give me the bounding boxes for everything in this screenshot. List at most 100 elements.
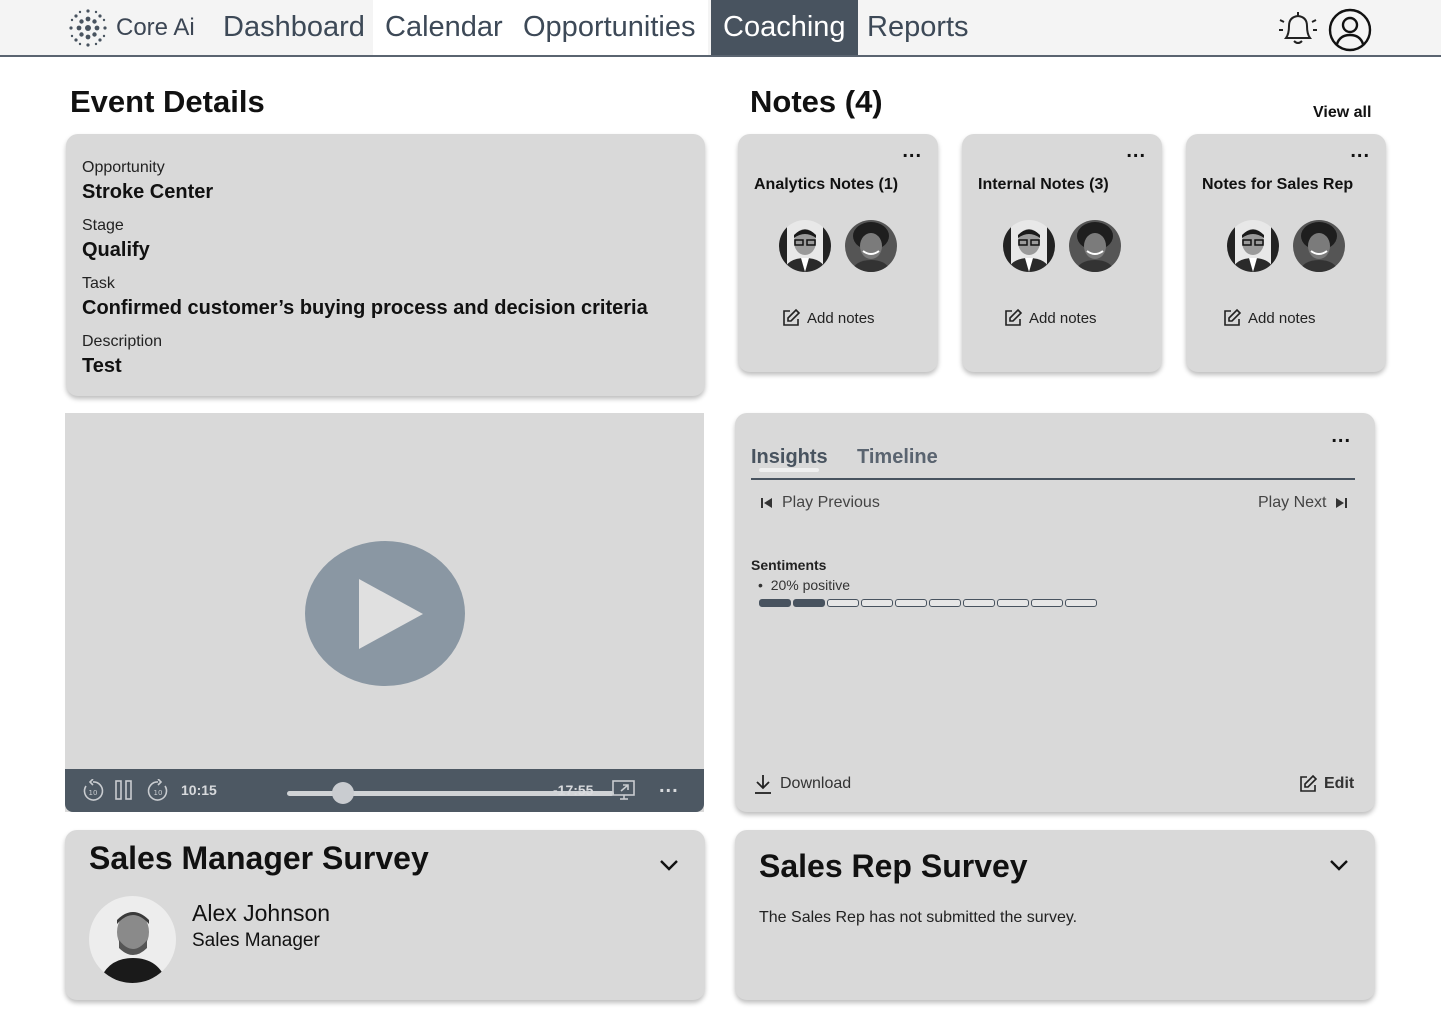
download-icon	[755, 775, 771, 794]
sales-rep-survey-title: Sales Rep Survey	[759, 848, 1028, 884]
avatar	[1227, 220, 1279, 272]
more-options-icon[interactable]: ...	[1350, 140, 1370, 163]
sales-rep-survey-card[interactable]: Sales Rep Survey The Sales Rep has not s…	[735, 830, 1375, 1000]
elapsed-time: 10:15	[181, 782, 217, 798]
sentiment-segment	[929, 599, 961, 607]
forward-10-icon[interactable]: 10	[146, 779, 170, 803]
nav-coaching[interactable]: Coaching	[711, 0, 858, 55]
event-details-heading: Event Details	[70, 84, 265, 119]
avatar	[779, 220, 831, 272]
video-controls: 10 10 10:15 -17:55 ...	[65, 769, 704, 812]
insights-card: ...	[735, 413, 1375, 812]
add-notes-button[interactable]: Add notes	[1003, 308, 1097, 328]
stage-value: Qualify	[82, 239, 150, 261]
svg-text:10: 10	[89, 789, 98, 797]
sentiment-segment	[1031, 599, 1063, 607]
rewind-10-icon[interactable]: 10	[81, 779, 105, 803]
sentiments-title: Sentiments	[751, 557, 827, 573]
play-previous-button[interactable]: Play Previous	[760, 494, 880, 512]
sentiment-segment	[895, 599, 927, 607]
brand-name: Core Ai	[116, 14, 195, 41]
description-label: Description	[82, 333, 163, 350]
active-tab-indicator	[759, 468, 819, 472]
more-options-icon[interactable]: ...	[1126, 140, 1146, 163]
sales-manager-survey-title: Sales Manager Survey	[89, 840, 429, 876]
more-options-icon[interactable]: ...	[1331, 425, 1351, 448]
sentiment-item-label: 20% positive	[770, 577, 851, 593]
screen-cast-icon[interactable]	[612, 779, 636, 801]
bell-icon[interactable]	[1276, 8, 1320, 48]
note-card-internal[interactable]: ... Internal Notes (3) Add notes	[962, 134, 1162, 372]
event-details-card: Opportunity Stroke Center Stage Qualify …	[66, 134, 705, 396]
avatar	[1069, 220, 1121, 272]
nav-reports[interactable]: Reports	[855, 0, 981, 55]
avatar	[1293, 220, 1345, 272]
chevron-down-icon[interactable]	[659, 858, 679, 872]
add-notes-button[interactable]: Add notes	[1222, 308, 1316, 328]
tab-insights[interactable]: Insights	[751, 446, 828, 469]
avatar	[89, 896, 176, 983]
top-navigation-bar: Core Ai Dashboard Calendar Opportunities…	[0, 0, 1441, 57]
edit-icon	[1300, 774, 1318, 792]
brand[interactable]: Core Ai	[68, 8, 195, 48]
note-card-title: Notes for Sales Rep	[1202, 176, 1354, 193]
remaining-time: -17:55	[553, 782, 594, 798]
core-ai-logo-icon	[69, 9, 107, 47]
skip-next-icon	[1336, 498, 1348, 508]
seek-handle[interactable]	[331, 782, 354, 804]
edit-note-icon	[783, 308, 801, 326]
note-card-sales-rep[interactable]: ... Notes for Sales Rep Add notes	[1186, 134, 1386, 372]
sentiment-item: • 20% positive	[758, 577, 851, 593]
stage-label: Stage	[82, 217, 124, 234]
edit-note-icon	[1224, 308, 1242, 326]
opportunity-label: Opportunity	[82, 159, 165, 176]
nav-calendar[interactable]: Calendar	[373, 0, 515, 55]
play-icon[interactable]	[305, 541, 465, 686]
sentiment-segment	[963, 599, 995, 607]
add-notes-label: Add notes	[1029, 309, 1097, 327]
sentiment-segment	[861, 599, 893, 607]
skip-previous-icon	[761, 498, 772, 508]
add-notes-label: Add notes	[807, 309, 875, 327]
tab-timeline[interactable]: Timeline	[857, 446, 938, 469]
sentiment-segment	[827, 599, 859, 607]
svg-text:10: 10	[154, 789, 163, 797]
more-options-icon[interactable]: ...	[659, 775, 679, 798]
survey-status-message: The Sales Rep has not submitted the surv…	[759, 909, 1078, 926]
description-value: Test	[82, 355, 122, 377]
opportunity-value: Stroke Center	[82, 181, 214, 203]
edit-button[interactable]: Edit	[1298, 774, 1354, 794]
edit-label: Edit	[1324, 775, 1355, 792]
avatar	[1003, 220, 1055, 272]
person-role: Sales Manager	[192, 930, 320, 951]
tab-divider	[751, 478, 1355, 480]
play-next-label: Play Next	[1258, 494, 1327, 511]
download-button[interactable]: Download	[754, 774, 851, 794]
add-notes-button[interactable]: Add notes	[781, 308, 875, 328]
play-previous-label: Play Previous	[782, 494, 880, 511]
pause-icon[interactable]	[114, 779, 134, 801]
chevron-down-icon[interactable]	[1329, 858, 1349, 872]
more-options-icon[interactable]: ...	[902, 140, 922, 163]
person-name: Alex Johnson	[192, 900, 331, 926]
nav-dashboard[interactable]: Dashboard	[211, 0, 377, 55]
user-icon[interactable]	[1328, 8, 1372, 52]
avatar	[845, 220, 897, 272]
nav-opportunities[interactable]: Opportunities	[511, 0, 708, 55]
sales-manager-survey-card[interactable]: Sales Manager Survey Alex Johnson Sales …	[65, 830, 705, 1000]
add-notes-label: Add notes	[1248, 309, 1316, 327]
sentiment-segment	[1065, 599, 1097, 607]
task-value: Confirmed customer’s buying process and …	[82, 297, 648, 319]
edit-note-icon	[1005, 308, 1023, 326]
download-label: Download	[780, 775, 852, 792]
task-label: Task	[82, 275, 115, 292]
play-next-button[interactable]: Play Next	[1258, 494, 1348, 512]
view-all-link[interactable]: View all	[1313, 104, 1371, 122]
note-card-analytics[interactable]: ... Analytics Notes (1) Add notes	[738, 134, 938, 372]
sentiment-segment	[793, 599, 825, 607]
note-card-title: Internal Notes (3)	[978, 176, 1109, 193]
note-card-title: Analytics Notes (1)	[754, 176, 899, 193]
sentiment-segment	[997, 599, 1029, 607]
sentiment-segment	[759, 599, 791, 607]
notes-heading: Notes (4)	[750, 84, 883, 119]
